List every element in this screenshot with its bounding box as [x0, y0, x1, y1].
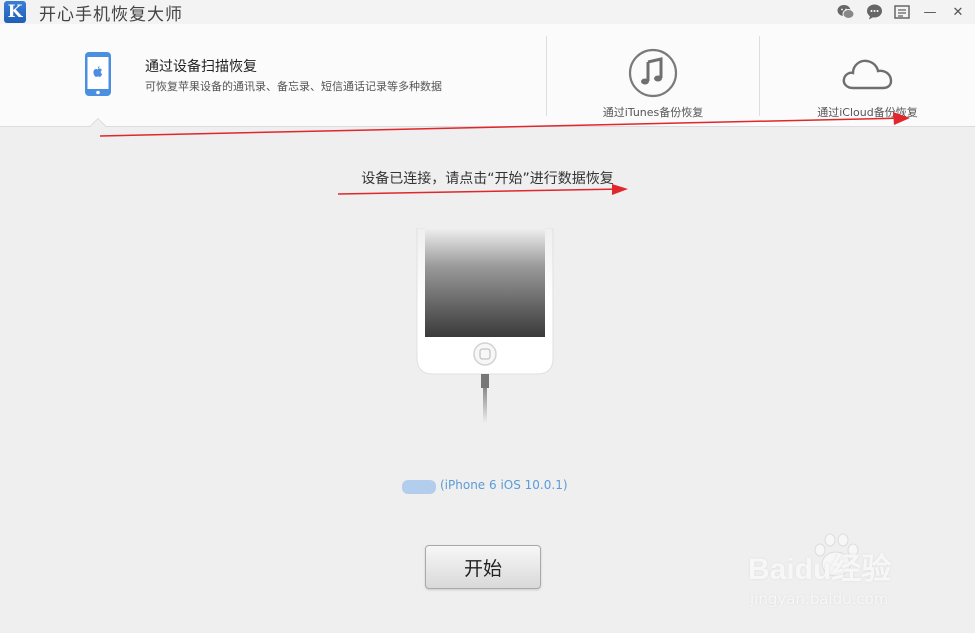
device-name-redacted: [402, 480, 436, 494]
tab-scan-description: 可恢复苹果设备的通讯录、备忘录、短信通话记录等多种数据: [145, 80, 442, 93]
tab-scan-title: 通过设备扫描恢复: [145, 59, 257, 75]
cloud-icon: [842, 59, 892, 90]
active-tab-pointer: [90, 119, 106, 127]
device-model-info: (iPhone 6 iOS 10.0.1): [440, 478, 568, 492]
tab-icloud-label: 通过iCloud备份恢复: [817, 106, 918, 119]
minimize-icon[interactable]: —: [921, 3, 939, 21]
tab-itunes-backup[interactable]: 通过iTunes备份恢复: [547, 24, 759, 127]
connection-status: 设备已连接，请点击“开始”进行数据恢复: [361, 171, 614, 187]
chat-icon[interactable]: [865, 3, 883, 21]
tab-itunes-label: 通过iTunes备份恢复: [602, 106, 704, 119]
app-logo: K: [4, 1, 26, 23]
iphone-icon: [85, 52, 111, 96]
start-button[interactable]: 开始: [425, 545, 541, 589]
mode-tab-bar: 通过设备扫描恢复 可恢复苹果设备的通讯录、备忘录、短信通话记录等多种数据 通过i…: [0, 24, 975, 127]
watermark-url: jingyan.baidu.com: [750, 590, 889, 608]
wechat-icon[interactable]: [837, 3, 855, 21]
window-controls: — ✕: [837, 2, 967, 22]
app-title: 开心手机恢复大师: [39, 4, 183, 25]
music-note-icon: [628, 48, 678, 98]
title-bar: K 开心手机恢复大师 — ✕: [0, 0, 975, 25]
menu-icon[interactable]: [893, 3, 911, 21]
baidu-watermark: Baidu经验 jingyan.baidu.com: [748, 530, 928, 610]
watermark-brand: Baidu经验: [748, 553, 892, 586]
connected-iphone-illustration: [416, 228, 554, 423]
tab-icloud-backup[interactable]: 通过iCloud备份恢复: [760, 24, 975, 127]
tab-device-scan[interactable]: 通过设备扫描恢复 可恢复苹果设备的通讯录、备忘录、短信通话记录等多种数据: [0, 24, 546, 127]
close-icon[interactable]: ✕: [949, 3, 967, 21]
